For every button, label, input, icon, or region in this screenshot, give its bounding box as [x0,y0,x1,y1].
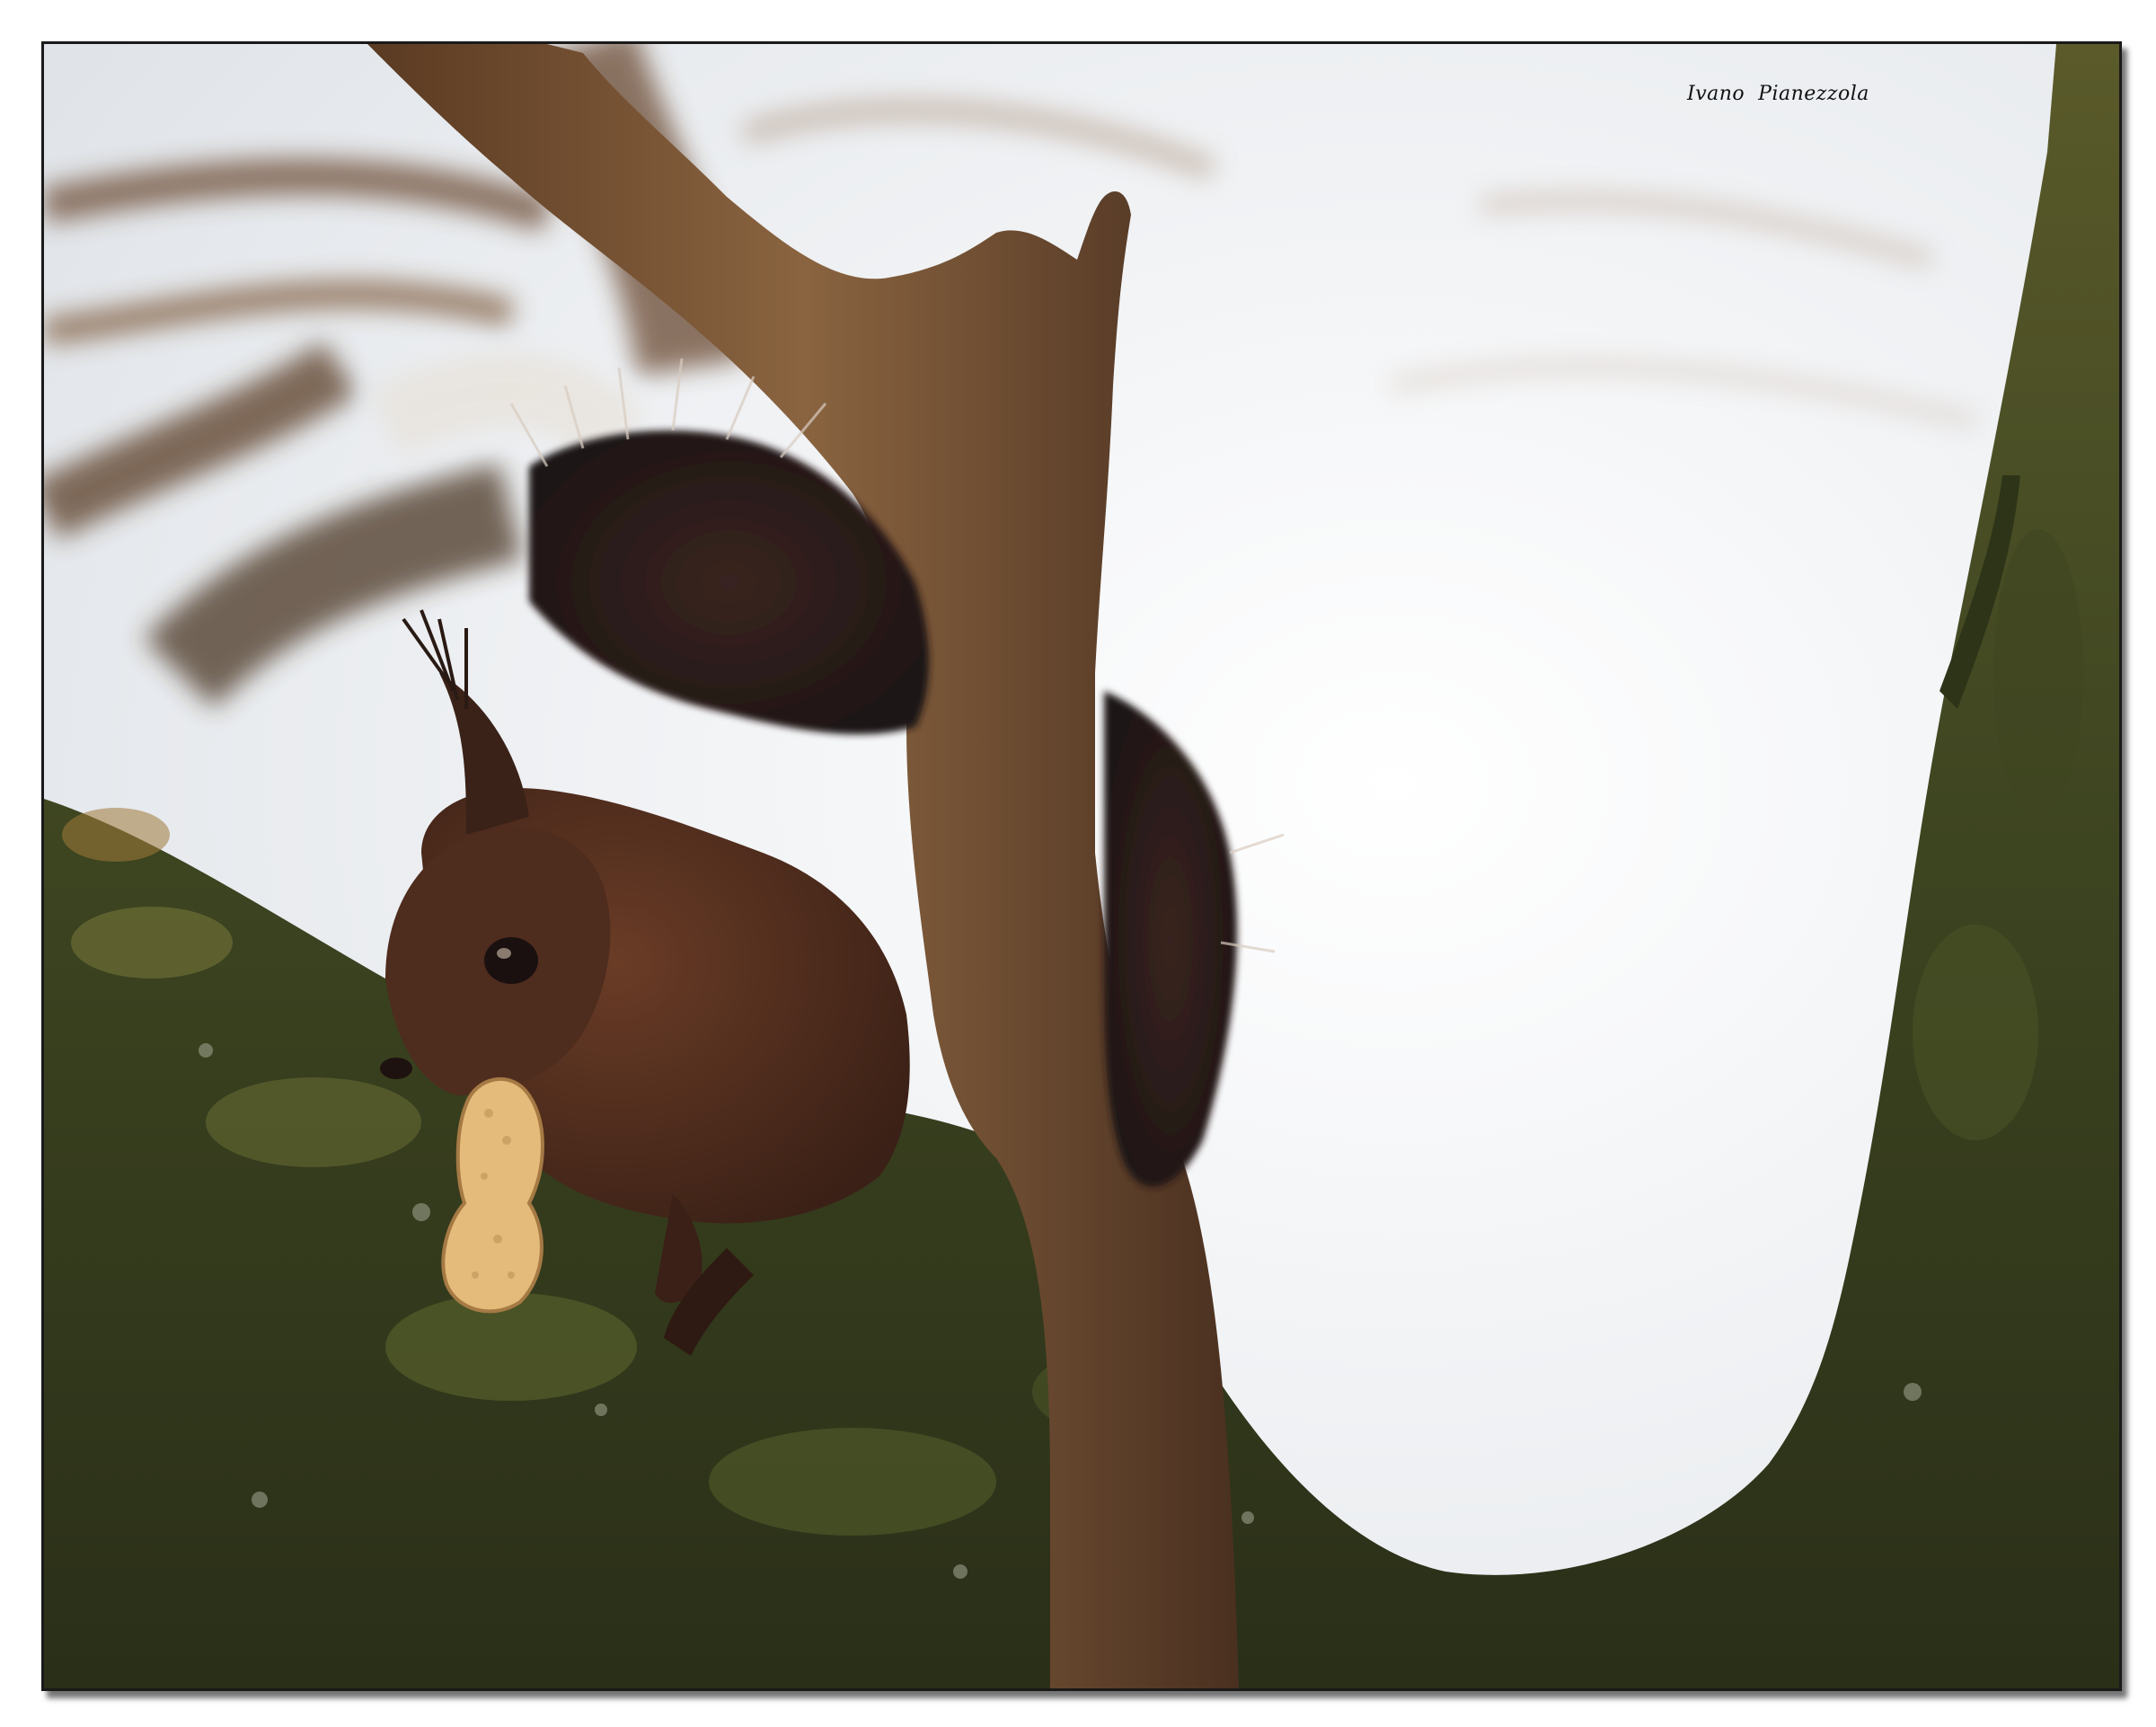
photographer-signature: Ivano Pianezzola [1687,83,1869,105]
squirrel-photo [44,44,2119,1688]
squirrel-nose [380,1058,412,1079]
squirrel-eye [484,937,538,984]
photo-frame [41,41,2122,1691]
eye-highlight [497,948,511,959]
